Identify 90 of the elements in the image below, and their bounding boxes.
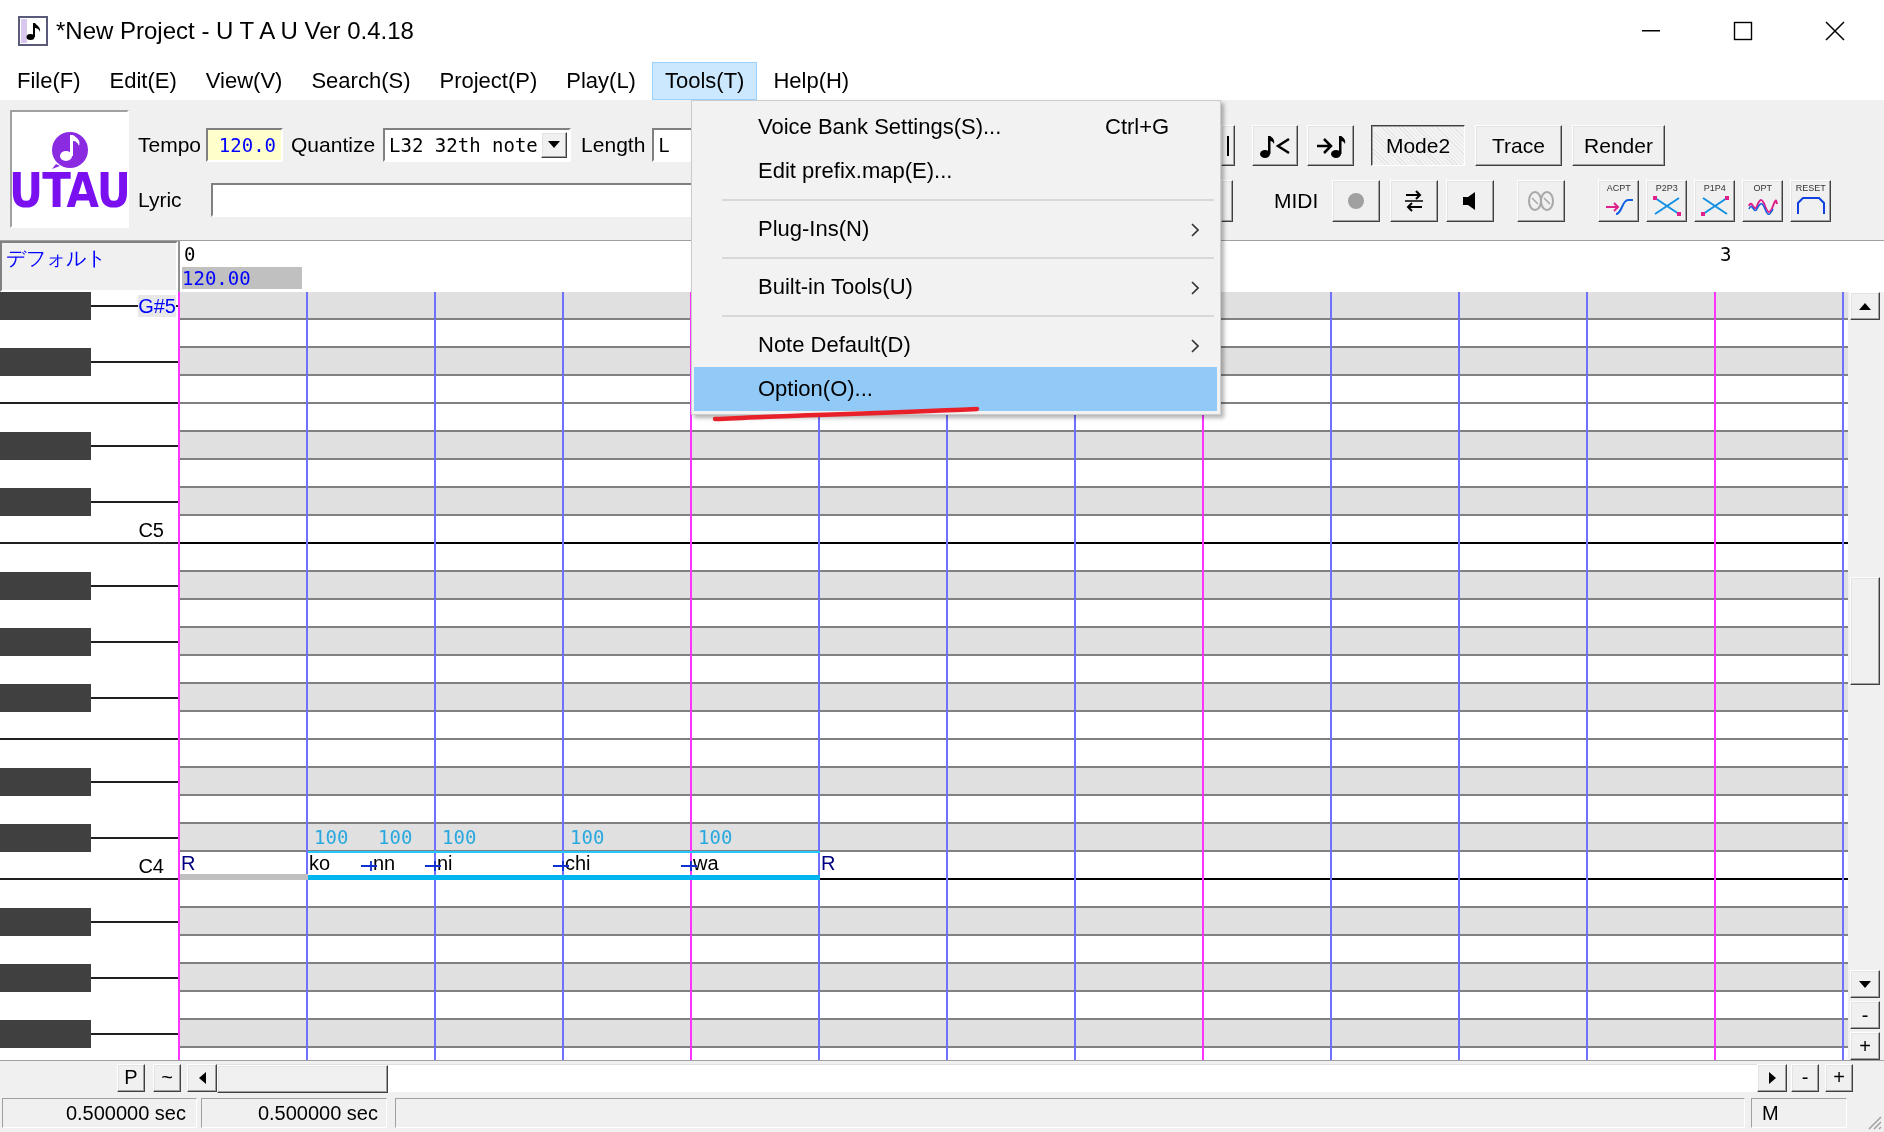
cross-lines-icon [1651,195,1682,217]
length-label: Length [581,133,646,157]
down-arrow-icon [1859,980,1871,988]
tempo-label: Tempo [138,133,202,157]
measure-number: 3 [1720,243,1732,265]
velocity-label: 100 [378,826,413,848]
menu-item[interactable]: View(V) [192,62,296,100]
note-label: C5 [138,519,164,541]
velocity-label: 100 [442,826,477,848]
scroll-down-button[interactable] [1850,970,1880,998]
toolbar-button[interactable] [1517,180,1566,222]
menu-entry[interactable]: Voice Bank Settings(S)... Ctrl+G [694,105,1217,149]
zoom-button[interactable]: + [1850,1032,1880,1060]
left-arrow-icon [198,1071,206,1084]
mode-button[interactable]: Render [1572,125,1665,166]
menu-item[interactable]: Tools(T) [651,62,758,100]
chevron-right-icon [1191,281,1199,295]
zoom-button[interactable]: - [1791,1063,1819,1092]
menu-item[interactable]: File(F) [4,62,94,100]
mode-button[interactable]: Trace [1475,125,1562,166]
menu-item[interactable]: Edit(E) [96,62,190,100]
circle-icon [1347,192,1366,210]
midi-label: MIDI [1274,189,1319,213]
close-icon [1825,21,1845,41]
menu-item[interactable]: Play(L) [553,62,649,100]
tool-button[interactable]: ACPT [1598,180,1640,222]
tempo-field[interactable]: 120.0 [206,128,284,162]
bar-icon [1226,135,1230,156]
menu-item[interactable]: Search(S) [298,62,424,100]
speaker-button[interactable] [1446,180,1495,222]
tempo-marker: 120.00 [182,267,302,289]
menu-entry[interactable]: Note Default(D) [694,323,1217,367]
note-label: G#5 [138,295,176,317]
menu-entry[interactable]: Edit prefix.map(E)... [694,149,1217,193]
quantize-dropdown[interactable]: L32 32th note [383,128,572,162]
length-field[interactable]: L [652,128,691,162]
note-label: C4 [138,855,164,877]
dropdown-button[interactable] [541,132,568,158]
minimize-icon [1642,30,1660,32]
ovals-icon [1526,190,1557,212]
up-arrow-icon [1859,302,1871,310]
shortcut-label: Ctrl+G [1105,113,1170,141]
velocity-label: 100 [314,826,349,848]
dropdown-arrow-icon [548,141,561,149]
tool-button[interactable]: P2P3 [1646,180,1688,222]
tool-button[interactable]: RESET [1790,180,1832,222]
right-arrow-icon [1768,1071,1776,1084]
lyric-label: Lyric [138,188,183,212]
scroll-up-button[interactable] [1850,292,1880,320]
app-icon [18,16,48,46]
zoom-button[interactable]: - [1850,1001,1880,1029]
position-time: 0.500000 sec [2,1098,197,1128]
toolbar-button[interactable] [1221,180,1233,222]
lyric-field[interactable] [211,183,691,217]
rest-block[interactable]: R [820,852,948,880]
panel-button[interactable]: P [117,1063,145,1092]
resize-grip-icon[interactable] [1866,1114,1882,1130]
scroll-thumb[interactable] [217,1064,388,1093]
tool-button[interactable]: OPT [1742,180,1784,222]
mode-indicator: M [1751,1098,1847,1128]
menu-entry[interactable]: Built-in Tools(U) [694,265,1217,309]
logo-text: UTAU [9,166,130,216]
chevron-right-icon [1191,223,1199,237]
maximize-icon [1733,21,1753,41]
menu-entry[interactable]: Option(O)... [694,367,1217,411]
measure-number: 0 [184,243,196,265]
scroll-thumb[interactable] [1850,577,1880,685]
mode-button[interactable]: Mode2 [1371,125,1465,166]
chevron-right-icon [1191,339,1199,353]
velocity-label: 100 [698,826,733,848]
quantize-label: Quantize [291,133,376,157]
cross-lines-icon [1699,195,1730,217]
window-title: *New Project - U T A U Ver 0.4.18 [56,17,414,45]
toolbar-button[interactable] [1307,125,1354,166]
toolbar-button[interactable] [1390,180,1439,222]
toolbar-button[interactable] [1252,125,1298,166]
menu-entry[interactable]: Plug-Ins(N) [694,207,1217,251]
scroll-left-button[interactable] [187,1063,217,1092]
velocity-label: 100 [570,826,605,848]
menu-item[interactable]: Help(H) [760,62,863,100]
scroll-right-button[interactable] [1757,1063,1787,1092]
toolbar-button[interactable] [1221,125,1235,166]
panel-button[interactable]: ~ [153,1063,181,1092]
length-time: 0.500000 sec [201,1098,387,1128]
record-button[interactable] [1332,180,1381,222]
tool-button[interactable]: P1P4 [1694,180,1736,222]
trapezoid-icon [1795,195,1826,217]
track-name: デフォルト [0,241,178,292]
menu-item[interactable]: Project(P) [426,62,551,100]
zoom-button[interactable]: + [1825,1063,1853,1092]
